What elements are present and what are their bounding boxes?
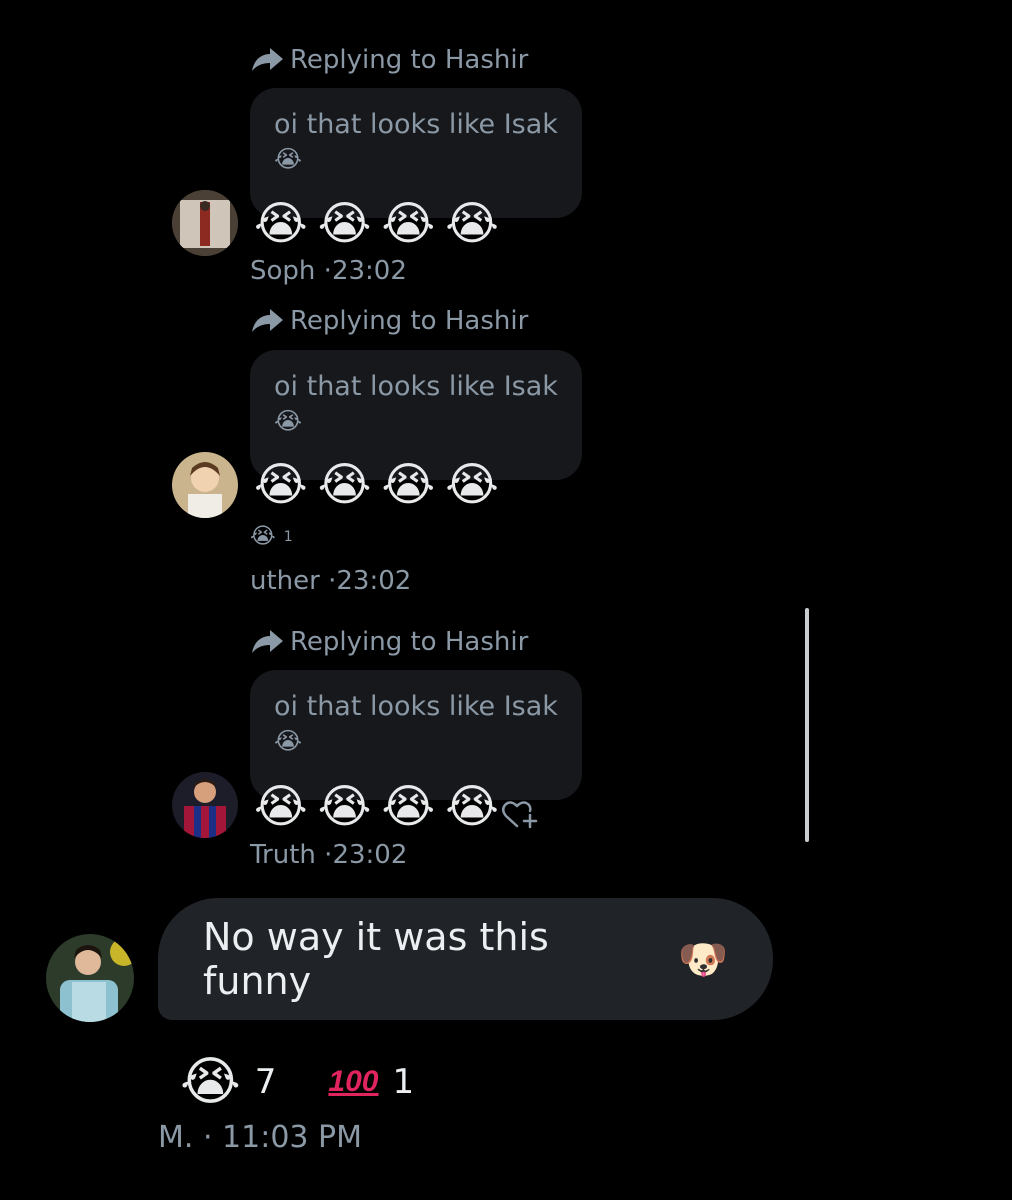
crying-emoji: 😭	[381, 196, 436, 250]
dog-emoji: 🐶	[678, 936, 728, 983]
crying-emoji: 😭	[381, 779, 436, 833]
main-message-meta: M. · 11:03 PM	[158, 1120, 363, 1155]
quoted-emoji: 😭	[274, 407, 303, 435]
timestamp: 23:02	[332, 840, 408, 870]
author-name: M.	[158, 1120, 194, 1155]
emoji-message[interactable]: 😭 😭 😭 😭	[254, 778, 499, 834]
avatar-truth-image	[172, 772, 238, 838]
thread-scrollbar[interactable]	[805, 608, 809, 842]
replying-to-label[interactable]: Replying to Hashir	[250, 624, 528, 660]
message-meta: Truth ·23:02	[250, 840, 408, 870]
crying-emoji: 😭	[254, 196, 308, 250]
crying-emoji: 😭	[445, 779, 499, 833]
main-message-text: No way it was this funny	[203, 915, 549, 1003]
quoted-emoji: 😭	[274, 145, 303, 173]
crying-reaction-emoji: 😭	[250, 524, 276, 549]
quoted-text: oi that looks like Isak	[274, 371, 558, 402]
quoted-emoji: 😭	[274, 727, 303, 755]
reaction-count: 1	[283, 528, 293, 545]
avatar-uther-image	[172, 452, 238, 518]
avatar-uther[interactable]	[172, 452, 238, 518]
crying-emoji: 😭	[254, 457, 308, 511]
crying-emoji: 😭	[317, 457, 372, 511]
timestamp: 11:03 PM	[222, 1120, 363, 1155]
crying-emoji: 😭	[317, 196, 372, 250]
message-meta: uther ·23:02	[250, 566, 412, 596]
reply-arrow-icon	[252, 309, 283, 332]
crying-emoji: 😭	[445, 196, 499, 250]
avatar-soph-image	[172, 190, 238, 256]
reply-arrow-icon	[252, 48, 283, 71]
author-name: Truth	[250, 840, 316, 870]
main-message-bubble[interactable]: No way it was this funny 🐶	[158, 898, 773, 1020]
crying-emoji: 😭	[254, 779, 308, 833]
quoted-text: oi that looks like Isak	[274, 691, 558, 722]
avatar-soph[interactable]	[172, 190, 238, 256]
emoji-message[interactable]: 😭 😭 😭 😭	[254, 195, 499, 251]
message-meta: Soph ·23:02	[250, 256, 407, 286]
hundred-reaction-count: 1	[392, 1062, 415, 1102]
crying-reaction-button[interactable]: 😭	[180, 1052, 241, 1112]
avatar-truth[interactable]	[172, 772, 238, 838]
add-reaction-icon[interactable]	[500, 796, 538, 830]
crying-reaction-count: 7	[254, 1062, 277, 1102]
replying-to-text: Replying to Hashir	[290, 306, 529, 336]
replying-to-text: Replying to Hashir	[290, 627, 529, 657]
avatar-m[interactable]	[46, 934, 134, 1022]
crying-emoji: 😭	[317, 779, 372, 833]
avatar-m-image	[46, 934, 134, 1022]
crying-emoji: 😭	[381, 457, 436, 511]
author-name: Soph	[250, 256, 316, 286]
timestamp: 23:02	[336, 566, 412, 596]
timestamp: 23:02	[331, 256, 407, 286]
reply-arrow-icon	[252, 630, 283, 653]
quoted-text: oi that looks like Isak	[274, 109, 558, 140]
reaction-bar: 😭 7 100 1	[180, 1052, 452, 1112]
replying-to-label[interactable]: Replying to Hashir	[250, 42, 528, 78]
emoji-message[interactable]: 😭 😭 😭 😭	[254, 456, 499, 512]
reaction-badge[interactable]: 😭 1	[250, 524, 293, 549]
hundred-points-reaction-button[interactable]: 100	[328, 1065, 378, 1099]
replying-to-label[interactable]: Replying to Hashir	[250, 303, 528, 339]
replying-to-text: Replying to Hashir	[290, 45, 529, 75]
crying-emoji: 😭	[445, 457, 499, 511]
author-name: uther	[250, 566, 320, 596]
